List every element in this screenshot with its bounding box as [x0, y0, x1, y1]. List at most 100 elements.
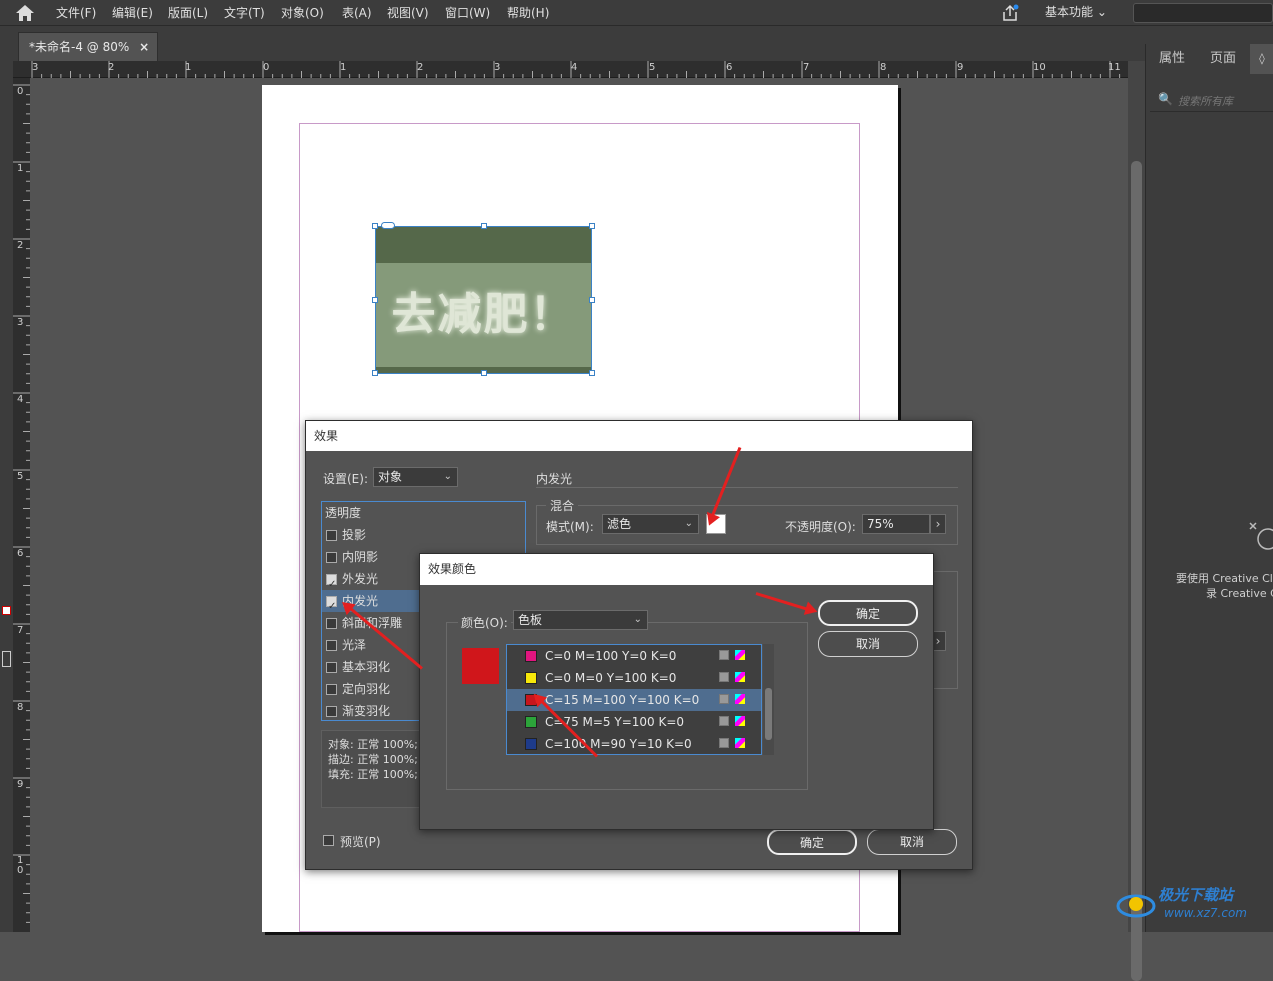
document-tab[interactable]: *未命名-4 @ 80% ×	[18, 32, 158, 61]
effect-checkbox[interactable]	[326, 684, 337, 695]
mode-label: 模式(M):	[546, 520, 594, 534]
resize-handle[interactable]	[589, 370, 595, 376]
settings-dropdown[interactable]: 对象 ⌄	[373, 467, 458, 487]
tab-pages[interactable]: 页面	[1210, 44, 1236, 74]
menu-bar: 文件(F) 编辑(E) 版面(L) 文字(T) 对象(O) 表(A) 视图(V)…	[0, 0, 1273, 26]
effects-ok-button[interactable]: 确定	[767, 829, 857, 855]
vertical-scrollbar[interactable]	[1128, 61, 1145, 981]
ruler-label: 3	[32, 62, 39, 73]
panel-header-strip	[1145, 26, 1273, 44]
effect-item[interactable]: 透明度	[322, 502, 525, 524]
right-panel: 属性 页面 ◊ 🔍 搜索所有库 要使用 Creative Cl 录 Creati…	[1145, 44, 1273, 932]
effect-checkbox[interactable]	[326, 706, 337, 717]
scrollbar-thumb[interactable]	[1131, 161, 1142, 981]
resize-handle[interactable]	[372, 297, 378, 303]
ruler-label: 4	[571, 62, 578, 73]
ruler-label: 6	[726, 62, 733, 73]
horizontal-ruler[interactable]: 3 2 1 0 1 2 3 4 5 6 7 8 9 10 11	[13, 61, 1128, 78]
search-icon: 🔍	[1158, 92, 1173, 106]
mode-dropdown[interactable]: 滤色 ⌄	[602, 514, 699, 534]
close-icon[interactable]: ×	[139, 40, 149, 54]
effect-checkbox[interactable]	[326, 618, 337, 629]
checkbox[interactable]	[323, 835, 334, 846]
menu-view[interactable]: 视图(V)	[387, 0, 429, 26]
ruler-label: 4	[17, 394, 24, 405]
preview-checkbox[interactable]: 预览(P)	[323, 833, 381, 850]
resize-handle[interactable]	[589, 297, 595, 303]
swatch-name: C=0 M=0 Y=100 K=0	[545, 671, 677, 685]
effect-checkbox[interactable]	[326, 662, 337, 673]
swatch-row[interactable]: C=0 M=100 Y=0 K=0	[507, 645, 761, 667]
swatch-scrollbar[interactable]	[763, 644, 774, 755]
chevron-down-icon: ⌄	[684, 518, 693, 529]
resize-handle[interactable]	[481, 370, 487, 376]
resize-handle[interactable]	[589, 223, 595, 229]
effect-checkbox[interactable]	[326, 574, 337, 585]
color-ok-button[interactable]: 确定	[818, 600, 918, 626]
menu-help[interactable]: 帮助(H)	[507, 0, 549, 26]
ruler-label: 9	[17, 779, 24, 790]
settings-label: 设置(E):	[323, 472, 368, 486]
ruler-label: 8	[17, 702, 24, 713]
top-search-field[interactable]	[1133, 3, 1273, 23]
effect-checkbox[interactable]	[326, 596, 337, 607]
resize-handle[interactable]	[481, 223, 487, 229]
mode-value: 滤色	[607, 517, 632, 531]
effects-dialog-title: 效果	[306, 421, 972, 451]
opacity-value: 75%	[867, 517, 894, 531]
color-cancel-button[interactable]: 取消	[818, 631, 918, 657]
link-icon[interactable]	[381, 222, 395, 229]
divider	[536, 487, 958, 488]
summary-line: 对象: 正常 100%; 外	[328, 738, 433, 751]
effect-label: 渐变羽化	[342, 704, 391, 718]
watermark-logo-icon	[1116, 894, 1156, 918]
watermark-url: www.xz7.com	[1164, 906, 1247, 920]
vertical-ruler[interactable]: 0 1 2 3 4 5 6 7 8 9 1 0	[13, 78, 30, 932]
menu-table[interactable]: 表(A)	[342, 0, 372, 26]
resize-handle[interactable]	[372, 223, 378, 229]
home-icon[interactable]	[14, 3, 36, 23]
blend-group-label: 混合	[546, 497, 579, 514]
watermark: 极光下载站 www.xz7.com	[1116, 880, 1266, 928]
ruler-label: 5	[649, 62, 656, 73]
swatch-type-icon	[719, 672, 745, 684]
menu-type[interactable]: 文字(T)	[224, 0, 265, 26]
swatch-row[interactable]: C=100 M=90 Y=10 K=0	[507, 733, 761, 754]
tab-properties[interactable]: 属性	[1159, 44, 1185, 74]
effect-color-dialog: 效果颜色 颜色(O): 色板 ⌄ C=0 M=100 Y=0 K=0 C=0 M=0…	[419, 553, 934, 830]
watermark-text: 极光下载站	[1158, 886, 1234, 904]
swatch-type-icon	[719, 650, 745, 662]
menu-layout[interactable]: 版面(L)	[168, 0, 208, 26]
share-icon[interactable]	[1000, 3, 1020, 23]
scrollbar-thumb[interactable]	[765, 688, 772, 740]
effect-checkbox[interactable]	[326, 640, 337, 651]
fill-color-icon[interactable]	[2, 606, 11, 615]
swatch-type-icon	[719, 716, 745, 728]
chevron-down-icon: ⌄	[1096, 5, 1107, 19]
opacity-stepper[interactable]: ›	[930, 514, 946, 534]
ruler-label: 11	[1108, 62, 1121, 73]
color-source-value: 色板	[518, 613, 543, 627]
menu-window[interactable]: 窗口(W)	[445, 0, 490, 26]
effect-checkbox[interactable]	[326, 552, 337, 563]
color-source-dropdown[interactable]: 色板 ⌄	[513, 610, 648, 630]
ruler-label: 2	[17, 240, 24, 251]
swatch-row[interactable]: C=75 M=5 Y=100 K=0	[507, 711, 761, 733]
stroke-color-icon[interactable]	[2, 651, 11, 667]
swatch-row[interactable]: C=0 M=0 Y=100 K=0	[507, 667, 761, 689]
library-search[interactable]: 🔍 搜索所有库	[1150, 88, 1273, 112]
workspace-switcher[interactable]: 基本功能 ⌄	[1045, 0, 1107, 26]
effect-label: 光泽	[342, 638, 367, 652]
menu-object[interactable]: 对象(O)	[281, 0, 324, 26]
effect-item[interactable]: 投影	[322, 524, 525, 546]
effects-cancel-button[interactable]: 取消	[867, 829, 957, 855]
menu-file[interactable]: 文件(F)	[56, 0, 96, 26]
resize-handle[interactable]	[372, 370, 378, 376]
effect-color-dialog-title: 效果颜色	[420, 554, 933, 585]
ruler-label: 1 0	[17, 855, 24, 876]
opacity-label: 不透明度(O):	[785, 520, 856, 534]
menu-edit[interactable]: 编辑(E)	[112, 0, 153, 26]
opacity-field[interactable]: 75%	[862, 514, 930, 534]
panel-menu-icon[interactable]: ◊	[1250, 44, 1273, 74]
effect-checkbox[interactable]	[326, 530, 337, 541]
